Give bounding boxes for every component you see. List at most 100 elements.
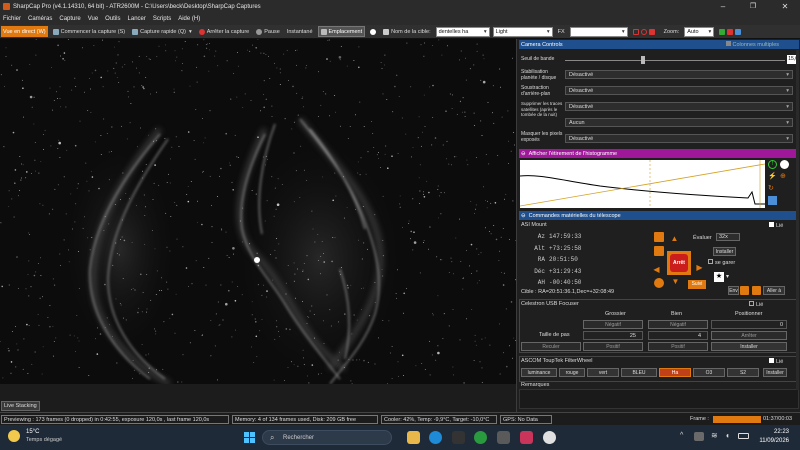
- arrow-right-icon[interactable]: [740, 286, 749, 295]
- chrome-icon[interactable]: [543, 431, 556, 444]
- save-icon[interactable]: [768, 196, 777, 205]
- mask-select-2[interactable]: Désactivé: [565, 134, 793, 143]
- coarse-step-input[interactable]: 25: [583, 331, 643, 340]
- lightning-icon[interactable]: ⚡: [768, 172, 777, 181]
- moon-icon[interactable]: [8, 430, 20, 442]
- focuser-back-button[interactable]: Reculer: [521, 342, 581, 351]
- menu-item-vue[interactable]: Vue: [88, 16, 98, 22]
- menu-item-capture[interactable]: Capture: [59, 16, 80, 22]
- snapshot-button[interactable]: Instantané: [285, 26, 315, 37]
- park-rotate-button[interactable]: [654, 246, 664, 256]
- star-icon[interactable]: ★: [714, 272, 724, 282]
- multi-columns-toggle[interactable]: Colonnes multiples: [725, 41, 779, 48]
- edge-icon[interactable]: [429, 431, 442, 444]
- framing-button[interactable]: Emplacement: [317, 26, 366, 37]
- quick-capture-button[interactable]: Capture rapide (Q) ▾: [130, 26, 194, 37]
- speaker-icon[interactable]: ◖: [725, 431, 730, 440]
- coarse-negative-button[interactable]: Négatif: [583, 320, 643, 329]
- histogram-chart[interactable]: [519, 160, 766, 208]
- filterwheel-linked-checkbox[interactable]: Lié: [769, 358, 783, 365]
- info-icon[interactable]: !: [768, 160, 777, 169]
- telescope-header[interactable]: ⊖ Commandes matérielles du télescope: [519, 211, 799, 220]
- move-west-button[interactable]: ◀: [652, 265, 661, 274]
- move-south-button[interactable]: ▼: [671, 277, 680, 286]
- histogram-icon[interactable]: [719, 28, 726, 35]
- weather-temp[interactable]: 15°C: [26, 429, 39, 435]
- minimize-button[interactable]: –: [712, 0, 734, 13]
- target-icon[interactable]: [654, 278, 664, 288]
- focuser-position-input[interactable]: 0: [711, 320, 787, 329]
- app-icon-green[interactable]: [474, 431, 487, 444]
- zoom-select[interactable]: Auto: [684, 26, 715, 37]
- reset-icon[interactable]: ↻: [768, 184, 777, 193]
- background-sub-select[interactable]: Désactivé: [565, 86, 793, 95]
- histogram-header[interactable]: ⊖ Afficher l'étirement de l'histogramme: [519, 149, 799, 158]
- filter-ha-button[interactable]: Ha: [659, 368, 691, 377]
- menu-item-fichier[interactable]: Fichier: [3, 16, 21, 22]
- mount-install-button[interactable]: Installer: [713, 247, 736, 256]
- file-explorer-icon[interactable]: [407, 431, 420, 444]
- bandwidth-slider[interactable]: [565, 60, 785, 61]
- menu-item-aide[interactable]: Aide (H): [178, 16, 200, 22]
- filter-o3-button[interactable]: O3: [693, 368, 725, 377]
- chevron-up-icon[interactable]: ^: [680, 432, 683, 439]
- fine-step-input[interactable]: 4: [648, 331, 708, 340]
- satellite-select[interactable]: Désactivé: [565, 102, 793, 111]
- menu-item-lancer[interactable]: Lancer: [128, 16, 146, 22]
- stabilisation-select[interactable]: Désactivé: [565, 70, 793, 79]
- menu-item-cameras[interactable]: Caméras: [28, 16, 52, 22]
- taskbar-search[interactable]: ⌕ Rechercher: [262, 430, 392, 445]
- menu-item-scripts[interactable]: Scripts: [153, 16, 171, 22]
- filter-red-button[interactable]: rouge: [559, 368, 585, 377]
- panel-scrollbar[interactable]: [796, 50, 799, 390]
- stop-capture-button[interactable]: Arrêter la capture: [197, 26, 252, 37]
- focuser-linked-checkbox[interactable]: Lié: [749, 301, 763, 308]
- clock-date[interactable]: 11/09/2026: [755, 438, 789, 444]
- sharpcap-taskbar-icon[interactable]: [497, 431, 510, 444]
- fine-negative-button[interactable]: Négatif: [648, 320, 708, 329]
- maximize-button[interactable]: ❐: [742, 0, 764, 13]
- store-icon[interactable]: [452, 431, 465, 444]
- focus-icon[interactable]: [727, 28, 734, 35]
- filter-s2-button[interactable]: S2: [727, 368, 759, 377]
- move-north-button[interactable]: ▲: [670, 234, 679, 243]
- windows-start-icon[interactable]: [244, 432, 255, 443]
- home-button[interactable]: [654, 232, 664, 242]
- wifi-icon[interactable]: ≋: [711, 431, 718, 440]
- coarse-positive-button[interactable]: Positif: [583, 342, 643, 351]
- start-capture-button[interactable]: Commencer la capture (S): [51, 26, 128, 37]
- park-checkbox[interactable]: se garer: [708, 259, 735, 266]
- fine-positive-button[interactable]: Positif: [648, 342, 708, 351]
- fx-select[interactable]: [569, 26, 628, 37]
- pause-button[interactable]: Pause: [254, 26, 282, 37]
- menu-item-outils[interactable]: Outils: [105, 16, 120, 22]
- close-button[interactable]: ✕: [774, 0, 796, 13]
- tray-app-icon[interactable]: [694, 432, 704, 441]
- focuser-stop-button[interactable]: Arrêter: [711, 331, 787, 340]
- mask-select-1[interactable]: Aucun: [565, 118, 793, 127]
- camera-controls-header[interactable]: Camera Controls Colonnes multiples: [519, 40, 799, 49]
- chevron-down-icon[interactable]: ▾: [726, 273, 729, 280]
- camera-preview-image[interactable]: [0, 39, 516, 384]
- mount-linked-checkbox[interactable]: Lié: [769, 222, 783, 229]
- crosshair-icon[interactable]: [648, 28, 655, 35]
- selection-circle-icon[interactable]: [640, 28, 647, 35]
- lock-icon[interactable]: ⊕: [780, 172, 789, 181]
- filterwheel-install-button[interactable]: Installer: [763, 368, 787, 377]
- stop-button[interactable]: Arrêt: [670, 254, 688, 272]
- selection-rect-icon[interactable]: [632, 28, 639, 35]
- rate-select[interactable]: 32x: [716, 233, 740, 241]
- remarks-area[interactable]: [519, 389, 799, 409]
- frame-type-select[interactable]: Light: [492, 26, 553, 37]
- record-indicator[interactable]: [368, 26, 378, 37]
- follow-button[interactable]: Suivi: [688, 280, 706, 289]
- env-button[interactable]: Env: [728, 286, 739, 295]
- bandwidth-slider-handle[interactable]: [641, 56, 645, 64]
- filter-luminance-button[interactable]: luminance: [521, 368, 557, 377]
- clock-time[interactable]: 22:23: [757, 429, 789, 435]
- rocket-icon[interactable]: [735, 28, 742, 35]
- live-view-button[interactable]: Vue en direct (W): [1, 26, 48, 37]
- focuser-install-button[interactable]: Installer: [711, 342, 787, 351]
- target-name-input[interactable]: dentelles ha: [435, 26, 490, 37]
- app-icon-red[interactable]: [520, 431, 533, 444]
